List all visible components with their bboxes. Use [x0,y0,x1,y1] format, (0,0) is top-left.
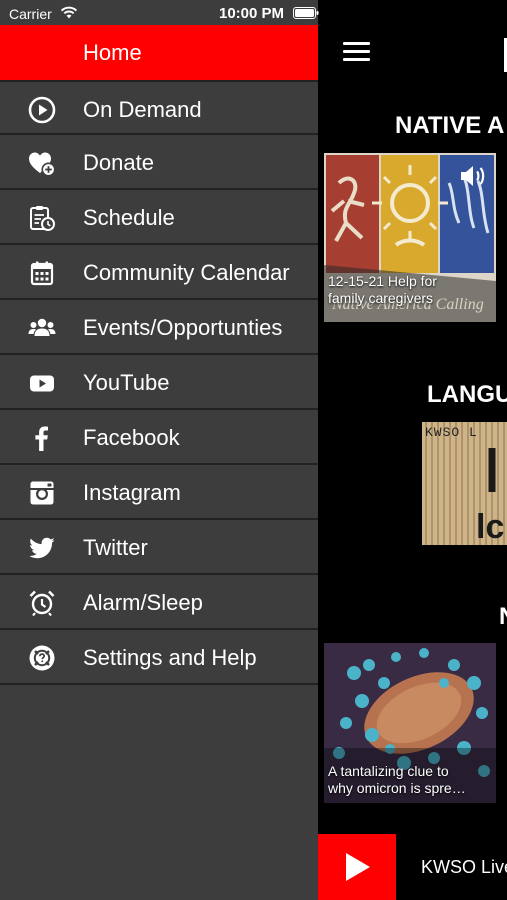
facebook-icon [35,426,48,451]
users-icon [28,318,56,336]
menu-item-label: Twitter [83,535,148,560]
main-content: NATIVE A Native America Calling 12-15-21… [318,0,507,900]
menu-item-label: Schedule [83,205,175,230]
menu-item-twitter[interactable]: Twitter [0,520,318,575]
menu-item-on-demand[interactable]: On Demand [0,80,318,135]
menu-item-label: Home [83,40,142,65]
menu-item-donate[interactable]: Donate [0,135,318,190]
menu-item-schedule[interactable]: Schedule [0,190,318,245]
episode-caption: 12-15-21 Help for family caregivers [328,273,437,306]
menu-item-label: Settings and Help [83,645,257,670]
status-time: 10:00 PM [219,5,285,22]
hamburger-menu-icon[interactable] [343,42,370,63]
menu-item-label: Donate [83,150,154,175]
menu-item-community-calendar[interactable]: Community Calendar [0,245,318,300]
menu-item-label: YouTube [83,370,170,395]
menu-item-label: Events/Opportunties [83,315,283,340]
menu-list: On Demand Donate Schedule Community Cale… [0,80,318,685]
language-artwork-text-top: KWSO L [425,425,478,440]
news-card-omicron[interactable]: A tantalizing clue to why omicron is spr… [324,643,496,803]
menu-item-youtube[interactable]: YouTube [0,355,318,410]
section-title-language: LANGU [427,381,507,408]
play-circle-icon [28,96,56,124]
episode-card-language[interactable]: KWSO L lc [422,422,507,545]
play-icon [346,853,370,881]
menu-item-label: Community Calendar [83,260,290,285]
carrier-label: Carrier [9,6,52,22]
player-station-title: KWSO Live [421,857,507,877]
clipboard-clock-icon [30,206,55,231]
wifi-icon [60,6,78,19]
alarm-clock-icon [29,590,55,617]
player-bar: KWSO Live [318,834,507,900]
help-gear-icon [29,645,55,671]
twitter-icon [29,537,55,559]
language-artwork-text-bottom: lc [476,508,505,545]
episode-card-native-america-calling[interactable]: Native America Calling 12-15-21 Help for… [324,153,496,322]
menu-item-label: Facebook [83,425,180,450]
menu-item-alarm-sleep[interactable]: Alarm/Sleep [0,575,318,630]
news-caption: A tantalizing clue to why omicron is spr… [328,763,466,796]
calendar-icon [30,261,54,286]
menu-item-label: Alarm/Sleep [83,590,203,615]
menu-item-label: Instagram [83,480,181,505]
side-menu: Home On Demand Donate Schedule Community… [0,0,318,900]
battery-icon [293,7,319,19]
section-title-news: N [499,603,507,631]
menu-item-home[interactable]: Home [0,25,318,80]
menu-item-label: On Demand [83,97,202,122]
menu-item-instagram[interactable]: Instagram [0,465,318,520]
menu-item-settings-help[interactable]: Settings and Help [0,630,318,685]
instagram-icon [30,481,54,505]
menu-item-facebook[interactable]: Facebook [0,410,318,465]
youtube-icon [30,375,54,392]
play-button[interactable] [318,834,396,900]
heart-plus-icon [29,152,56,177]
section-title-native: NATIVE A [395,112,505,139]
status-bar: Carrier 10:00 PM [0,0,507,26]
speaker-icon [461,166,485,186]
menu-item-events-opportunities[interactable]: Events/Opportunties [0,300,318,355]
